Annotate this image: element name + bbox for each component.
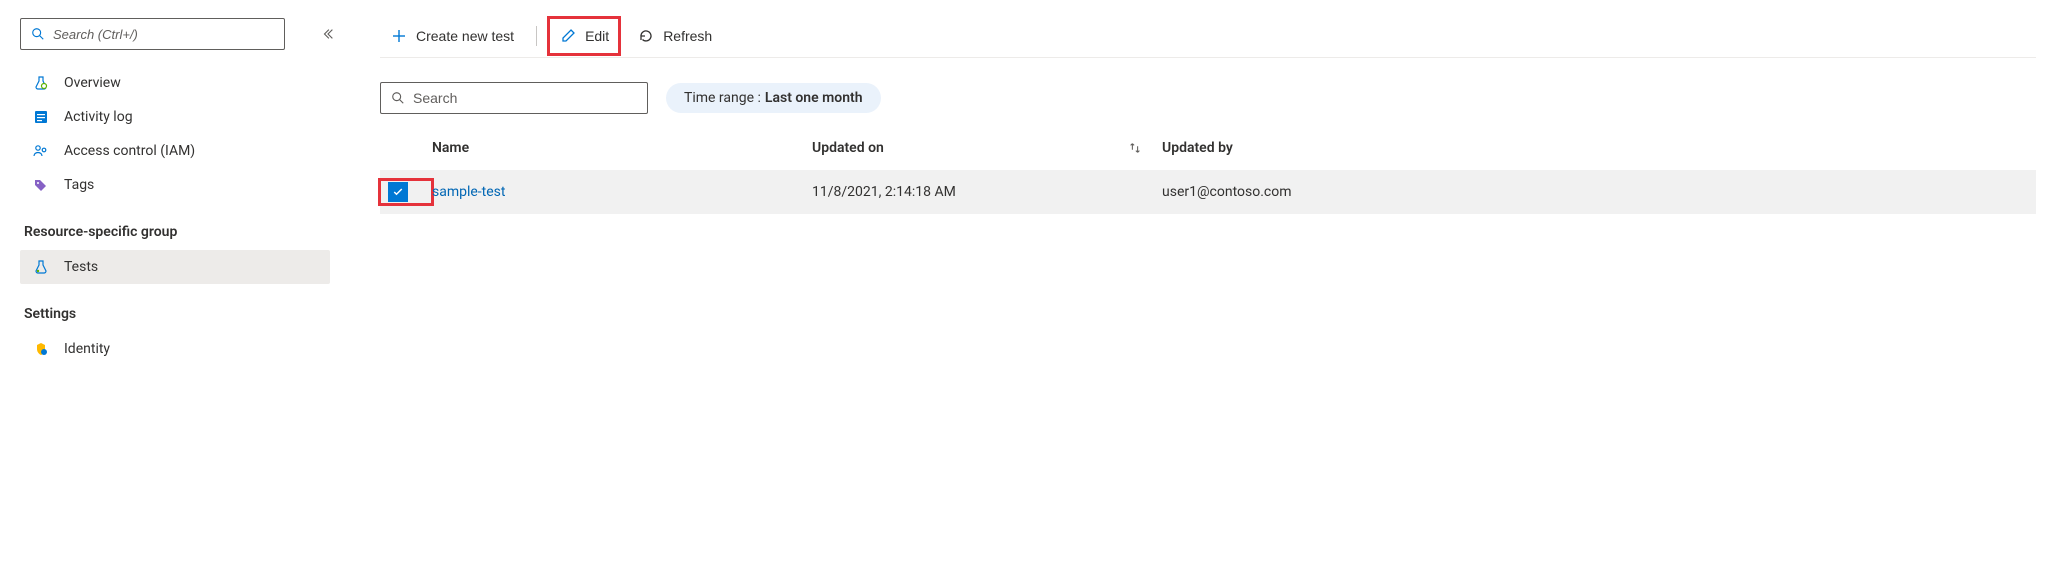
sidebar-item-label: Tags: [64, 177, 94, 193]
sidebar-search-input[interactable]: [53, 27, 276, 42]
pill-value: Last one month: [765, 90, 863, 106]
column-name[interactable]: Name: [432, 140, 812, 156]
refresh-icon: [637, 27, 655, 45]
sidebar-search-box[interactable]: [20, 18, 285, 50]
sidebar-search-row: [20, 18, 330, 50]
edit-button[interactable]: Edit: [549, 18, 619, 54]
column-updated-by[interactable]: Updated by: [1162, 140, 1562, 156]
list-search-box[interactable]: [380, 82, 648, 114]
cell-updated-on: 11/8/2021, 2:14:18 AM: [812, 184, 1162, 200]
pill-label: Time range :: [684, 90, 761, 106]
section-settings: Settings: [20, 284, 330, 332]
sort-icon[interactable]: [1128, 141, 1142, 155]
sidebar-item-label: Overview: [64, 75, 121, 91]
cell-updated-by: user1@contoso.com: [1162, 184, 1562, 200]
toolbar-label: Create new test: [416, 28, 514, 44]
column-updated-on[interactable]: Updated on: [812, 140, 1162, 156]
search-icon: [389, 89, 407, 107]
row-checkbox-wrap: [380, 180, 432, 204]
flask-icon: [32, 74, 50, 92]
sidebar-item-tests[interactable]: Tests: [20, 250, 330, 284]
toolbar-label: Refresh: [663, 28, 712, 44]
table-header: Name Updated on Updated by: [380, 126, 2036, 170]
sidebar-item-label: Access control (IAM): [64, 143, 195, 159]
sidebar-item-overview[interactable]: Overview: [20, 66, 330, 100]
time-range-filter[interactable]: Time range : Last one month: [666, 83, 881, 113]
activity-log-icon: [32, 108, 50, 126]
collapse-sidebar-icon[interactable]: [315, 21, 341, 47]
flask-icon: [32, 258, 50, 276]
sidebar-item-label: Activity log: [64, 109, 133, 125]
section-resource-specific: Resource-specific group: [20, 202, 330, 250]
toolbar-label: Edit: [585, 28, 609, 44]
list-search-input[interactable]: [413, 90, 639, 106]
search-icon: [29, 25, 47, 43]
filter-row: Time range : Last one month: [380, 82, 2036, 114]
identity-icon: [32, 340, 50, 358]
row-checkbox[interactable]: [388, 182, 408, 202]
plus-icon: [390, 27, 408, 45]
main-content: Create new test Edit Refresh Time range …: [340, 0, 2056, 571]
create-new-test-button[interactable]: Create new test: [380, 18, 524, 54]
sidebar-item-activity-log[interactable]: Activity log: [20, 100, 330, 134]
sidebar-item-label: Identity: [64, 341, 110, 357]
sidebar-item-identity[interactable]: Identity: [20, 332, 330, 366]
table-row[interactable]: sample-test 11/8/2021, 2:14:18 AM user1@…: [380, 170, 2036, 214]
sidebar-item-access-control[interactable]: Access control (IAM): [20, 134, 330, 168]
tests-table: Name Updated on Updated by sample-test 1…: [380, 126, 2036, 214]
sidebar-item-tags[interactable]: Tags: [20, 168, 330, 202]
people-icon: [32, 142, 50, 160]
sidebar: Overview Activity log Access control (IA…: [0, 0, 340, 571]
column-label: Updated on: [812, 140, 884, 156]
refresh-button[interactable]: Refresh: [627, 18, 722, 54]
pencil-icon: [559, 27, 577, 45]
tag-icon: [32, 176, 50, 194]
toolbar: Create new test Edit Refresh: [380, 14, 2036, 58]
test-name-link[interactable]: sample-test: [432, 184, 812, 200]
toolbar-separator: [536, 26, 537, 46]
sidebar-item-label: Tests: [64, 259, 98, 275]
